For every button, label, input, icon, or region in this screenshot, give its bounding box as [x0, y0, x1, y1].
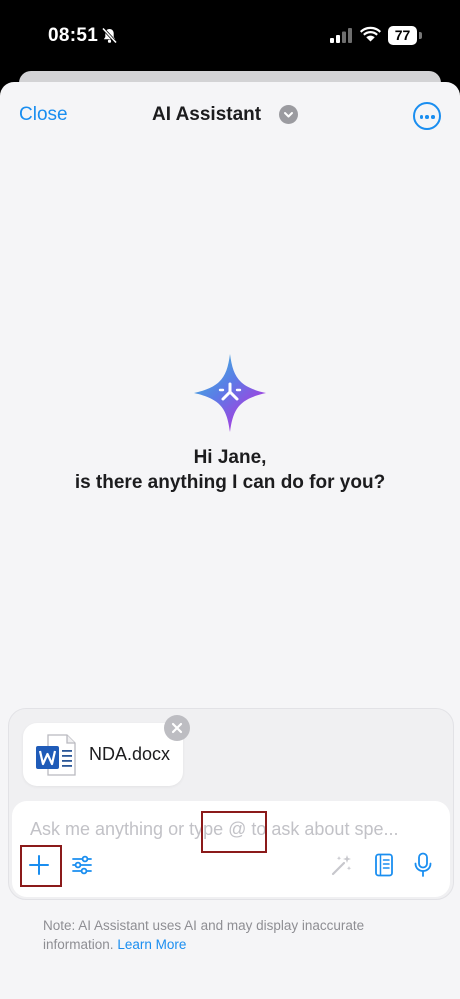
- remove-attachment-icon[interactable]: [164, 715, 190, 741]
- highlight-box-at-mention: [201, 811, 267, 853]
- greeting-text: Hi Jane, is there anything I can do for …: [0, 445, 460, 495]
- word-doc-icon: [36, 734, 76, 781]
- assistant-sheet: Close AI Assistant Hi Jane, is there any…: [0, 82, 460, 999]
- ai-disclaimer: Note: AI Assistant uses AI and may displ…: [43, 916, 423, 954]
- prompt-input-area[interactable]: Ask me anything or type @ to ask about s…: [12, 801, 450, 897]
- cellular-signal-icon: [330, 28, 352, 48]
- battery-indicator: 77: [388, 26, 417, 45]
- composer-panel: NDA.docx Ask me anything or type @ to as…: [8, 708, 454, 900]
- disclaimer-text: Note: AI Assistant uses AI and may displ…: [43, 918, 365, 952]
- ai-sparkle-logo-icon: [194, 354, 266, 437]
- magic-wand-icon[interactable]: [330, 853, 354, 882]
- sliders-icon[interactable]: [71, 854, 93, 881]
- learn-more-link[interactable]: Learn More: [117, 937, 186, 952]
- chevron-down-icon[interactable]: [279, 105, 298, 124]
- attachment-file-name: NDA.docx: [89, 744, 171, 764]
- battery-cap: [419, 32, 422, 39]
- page-title[interactable]: AI Assistant: [152, 104, 261, 126]
- plus-icon[interactable]: [28, 854, 50, 881]
- greeting-line-1: Hi Jane,: [193, 447, 267, 468]
- clock: 08:51: [48, 25, 99, 46]
- status-bar: 08:51 77: [0, 0, 460, 72]
- more-options-icon[interactable]: [413, 102, 441, 130]
- attachment-chip[interactable]: NDA.docx: [23, 723, 183, 786]
- microphone-icon[interactable]: [413, 852, 433, 883]
- close-button[interactable]: Close: [19, 104, 68, 126]
- wifi-icon: [360, 26, 381, 47]
- greeting-line-2: is there anything I can do for you?: [74, 472, 386, 493]
- bell-muted-icon: [101, 27, 118, 49]
- notebook-icon[interactable]: [374, 853, 394, 882]
